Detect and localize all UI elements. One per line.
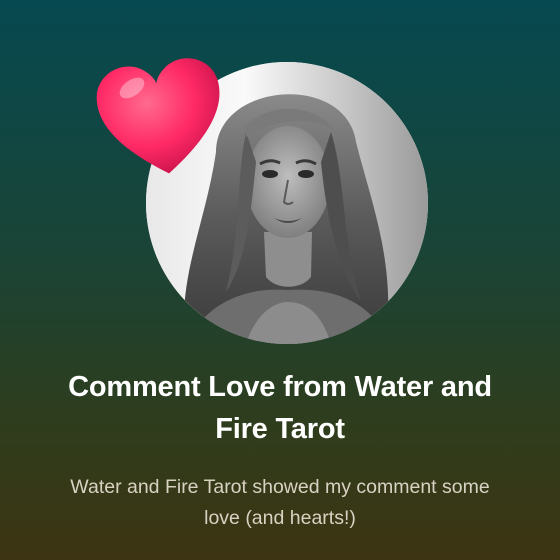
notification-title: Comment Love from Water and Fire Tarot bbox=[68, 371, 492, 445]
heart-icon bbox=[96, 58, 220, 174]
comment-love-card: Comment Love from Water and Fire Tarot W… bbox=[0, 0, 560, 560]
notification-message: Water and Fire Tarot showed my comment s… bbox=[70, 476, 490, 529]
